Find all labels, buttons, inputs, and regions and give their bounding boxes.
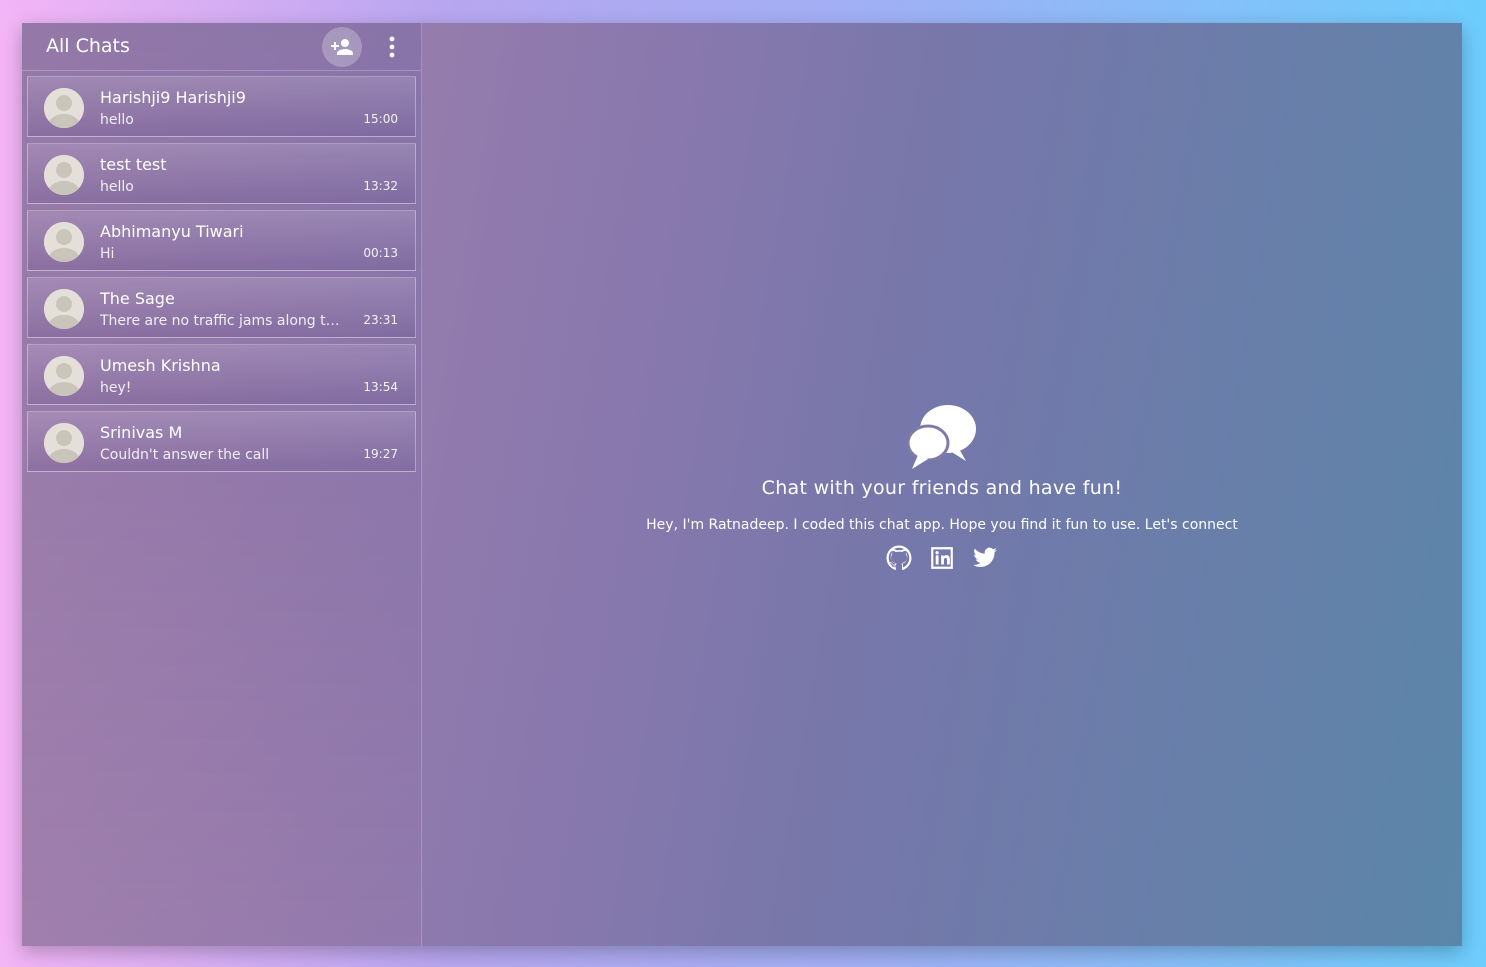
twitter-icon [973,547,997,567]
sidebar-header: All Chats [22,23,421,71]
chat-list-item[interactable]: Harishji9 Harishji9 hello 15:00 [27,76,416,137]
avatar [44,222,84,262]
chat-list-item[interactable]: The Sage There are no traffic jams along… [27,277,416,338]
app-window: All Chats Harishji9 Harishji9 hello 15:0… [22,23,1462,946]
linkedin-icon [931,547,953,569]
avatar [44,356,84,396]
welcome-section: Chat with your friends and have fun! Hey… [422,399,1462,571]
chat-time: 13:54 [363,380,398,394]
chat-last-message: hello [100,179,134,195]
person-add-icon [331,39,353,55]
avatar [44,88,84,128]
chat-time: 00:13 [363,246,398,260]
chat-last-message: There are no traffic jams along the extr… [100,313,345,329]
more-vertical-icon [389,36,395,58]
chat-time: 23:31 [363,313,398,327]
chat-last-message: hello [100,112,134,128]
default-avatar-icon [44,356,84,396]
sidebar: All Chats Harishji9 Harishji9 hello 15:0… [22,23,422,946]
chat-name: The Sage [100,289,175,308]
default-avatar-icon [44,88,84,128]
chat-name: Umesh Krishna [100,356,221,375]
welcome-subtitle: Hey, I'm Ratnadeep. I coded this chat ap… [646,517,1238,533]
avatar [44,155,84,195]
github-icon [886,545,912,571]
linkedin-link[interactable] [929,545,955,571]
chat-list-item[interactable]: Abhimanyu Tiwari Hi 00:13 [27,210,416,271]
main-panel: Chat with your friends and have fun! Hey… [422,23,1462,946]
more-options-button[interactable] [376,29,408,65]
avatar [44,289,84,329]
chat-time: 19:27 [363,447,398,461]
chat-last-message: Couldn't answer the call [100,447,270,463]
chat-time: 13:32 [363,179,398,193]
chat-name: test test [100,155,167,174]
chat-list-item[interactable]: test test hello 13:32 [27,143,416,204]
welcome-title: Chat with your friends and have fun! [761,477,1123,499]
chat-list-item[interactable]: Srinivas M Couldn't answer the call 19:2… [27,411,416,472]
chat-time: 15:00 [363,112,398,126]
default-avatar-icon [44,222,84,262]
default-avatar-icon [44,423,84,463]
avatar [44,423,84,463]
chat-name: Harishji9 Harishji9 [100,88,246,107]
chat-last-message: Hi [100,246,115,262]
chat-list: Harishji9 Harishji9 hello 15:00 test tes… [27,76,416,478]
default-avatar-icon [44,155,84,195]
github-link[interactable] [886,545,912,571]
chat-bubbles-icon [906,405,976,469]
sidebar-title: All Chats [46,35,130,57]
twitter-link[interactable] [972,545,998,571]
chat-list-item[interactable]: Umesh Krishna hey! 13:54 [27,344,416,405]
chat-name: Abhimanyu Tiwari [100,222,244,241]
chat-name: Srinivas M [100,423,183,442]
social-links [422,545,1462,571]
default-avatar-icon [44,289,84,329]
chat-last-message: hey! [100,380,132,396]
add-friend-button[interactable] [322,27,362,67]
